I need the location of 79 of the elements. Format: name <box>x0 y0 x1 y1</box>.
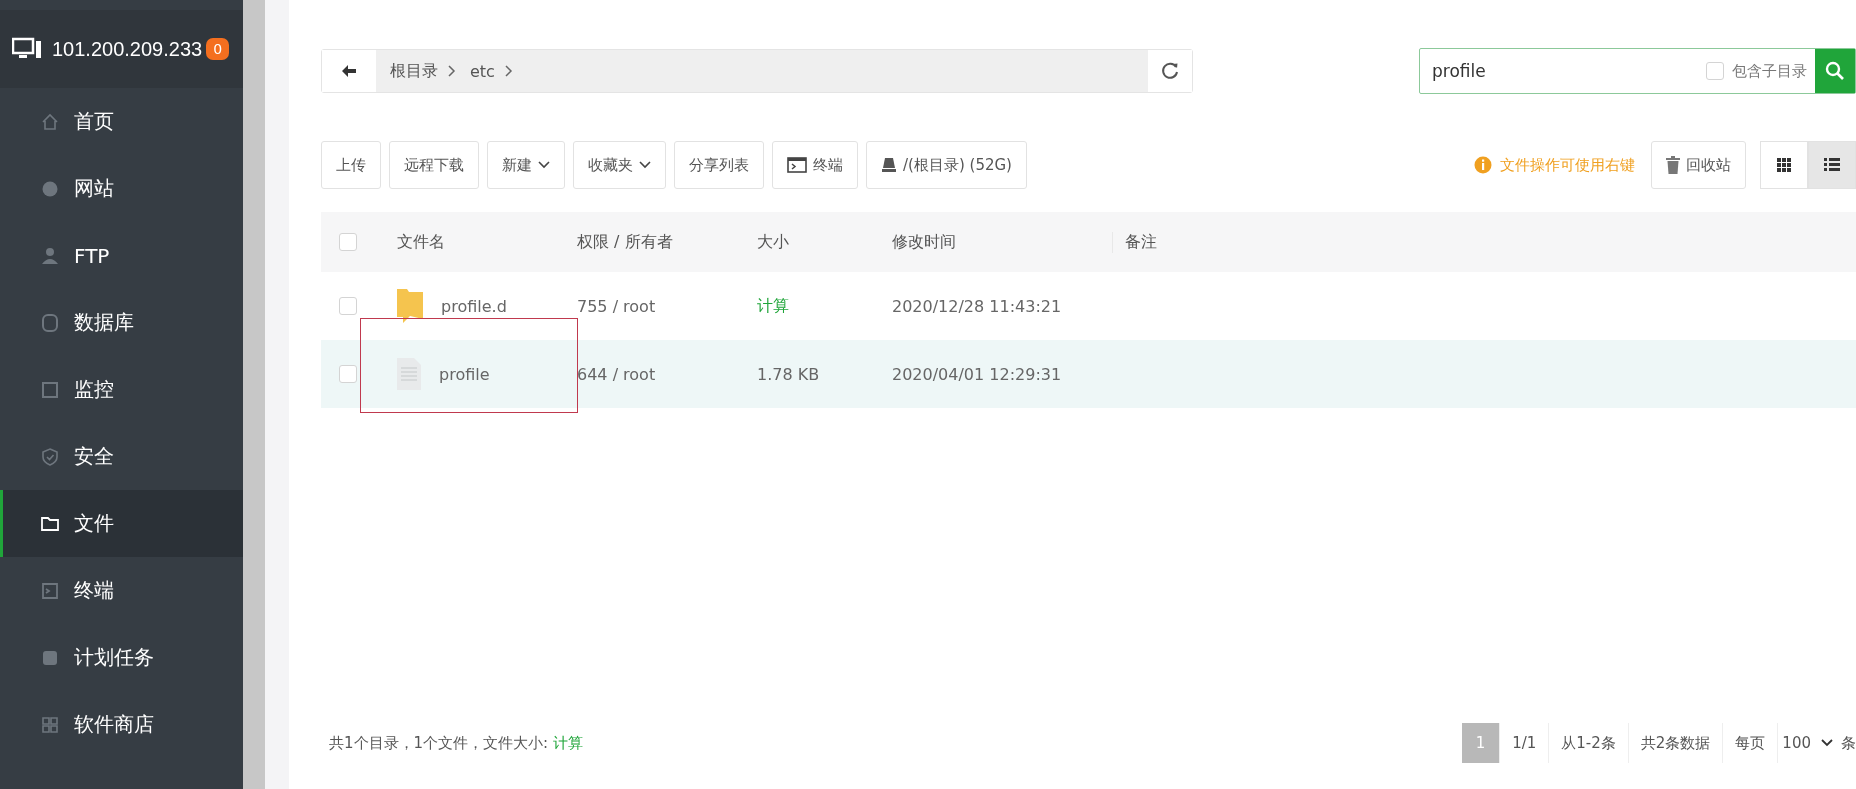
toolbar-button[interactable]: 终端 <box>772 141 858 189</box>
column-header: 修改时间 <box>892 231 957 253</box>
home-icon <box>40 111 60 132</box>
caret-icon <box>639 161 651 169</box>
sidebar-item[interactable]: 安全 <box>0 423 243 490</box>
file-icon <box>397 358 421 390</box>
column-header: 文件名 <box>397 231 446 253</box>
caret-icon <box>1821 739 1833 747</box>
checkbox[interactable] <box>339 297 357 315</box>
search-field[interactable]: profile 包含子目录 <box>1419 48 1856 94</box>
search-button[interactable] <box>1815 49 1855 93</box>
user-icon <box>40 245 60 266</box>
server-address: 101.200.209.233 <box>52 37 203 61</box>
terminal-icon <box>787 157 807 173</box>
table-cell-text: 644 / root <box>577 364 657 384</box>
column-header: 备注 <box>1112 231 1856 253</box>
per-page-select[interactable]: 100 <box>1778 734 1833 752</box>
table-row[interactable]: profile.d 755 / root 计算 2020/12/28 11:43:21 <box>321 272 1856 340</box>
sidebar-item[interactable]: 数据库 <box>0 289 243 356</box>
sidebar-item[interactable]: 文件 <box>0 490 243 557</box>
back-arrow-icon <box>341 64 357 78</box>
summary-text: 共1个目录，1个文件，文件大小: 计算 <box>328 733 583 753</box>
per-page-label: 每页 <box>1723 723 1779 763</box>
breadcrumb-link[interactable]: 根目录 <box>390 60 438 82</box>
shield-icon <box>40 446 60 467</box>
breadcrumb-link[interactable]: etc <box>470 61 495 81</box>
dropdown-button[interactable]: 收藏夹 <box>573 141 666 189</box>
refresh-icon <box>1160 61 1180 81</box>
sidebar-item[interactable]: 首页 <box>0 88 243 155</box>
grid-view-button[interactable] <box>1760 141 1808 189</box>
info-icon <box>1474 156 1492 174</box>
toolbar-button[interactable]: 远程下载 <box>389 141 479 189</box>
table-cell-text: 755 / root <box>577 296 657 316</box>
search-icon <box>1825 61 1845 81</box>
notification-badge: 0 <box>206 38 230 60</box>
sidebar-item[interactable]: 终端 <box>0 557 243 624</box>
monitor-icon <box>12 37 42 61</box>
grid-icon <box>1777 158 1791 172</box>
page-count: 1/1 <box>1500 723 1550 763</box>
file-name[interactable]: profile.d <box>441 296 507 316</box>
hint-text: 文件操作可使用右键 <box>1500 155 1635 175</box>
list-view-button[interactable] <box>1808 141 1856 189</box>
range-text: 从1-2条 <box>1549 723 1629 763</box>
recycle-bin-button[interactable]: 回收站 <box>1651 141 1746 189</box>
folder-icon <box>397 289 423 323</box>
caret-icon <box>538 161 550 169</box>
column-header: 权限 / 所有者 <box>577 231 674 253</box>
toolbar-button[interactable]: 分享列表 <box>674 141 764 189</box>
sidebar-item[interactable]: 软件商店 <box>0 691 243 758</box>
file-name[interactable]: profile <box>439 364 490 384</box>
disk-icon <box>881 157 897 173</box>
dropdown-button[interactable]: 新建 <box>487 141 565 189</box>
column-header: 大小 <box>757 231 790 253</box>
unit-text: 条 <box>1840 733 1856 754</box>
checkbox[interactable] <box>339 233 357 251</box>
back-button[interactable] <box>322 50 376 92</box>
toolbar-button[interactable]: /(根目录) (52G) <box>866 141 1027 189</box>
table-cell-text: 2020/12/28 11:43:21 <box>892 296 1063 316</box>
chevron-icon <box>448 65 456 77</box>
sidebar-item[interactable]: 计划任务 <box>0 624 243 691</box>
database-icon <box>40 312 60 333</box>
total-text: 共2条数据 <box>1628 723 1724 763</box>
scrollbar[interactable] <box>243 0 289 789</box>
checkbox[interactable] <box>339 365 357 383</box>
list-icon <box>1824 158 1840 172</box>
toolbar-button[interactable]: 上传 <box>321 141 381 189</box>
checkbox-label: 包含子目录 <box>1732 61 1807 81</box>
trash-icon <box>1666 156 1680 174</box>
table-row[interactable]: profile 644 / root 1.78 KB 2020/04/01 12:29:31 <box>321 340 1856 408</box>
sidebar-item[interactable]: 网站 <box>0 155 243 222</box>
sidebar-item[interactable]: 监控 <box>0 356 243 423</box>
chevron-icon <box>504 65 513 77</box>
terminal-icon <box>40 580 60 601</box>
table-cell-text: 1.78 KB <box>757 364 821 384</box>
refresh-button[interactable] <box>1148 50 1192 92</box>
checkbox[interactable] <box>1706 62 1724 80</box>
table-cell-text: 2020/04/01 12:29:31 <box>892 364 1063 384</box>
grid-icon <box>40 714 60 735</box>
sidebar-item[interactable]: FTP <box>0 222 243 289</box>
